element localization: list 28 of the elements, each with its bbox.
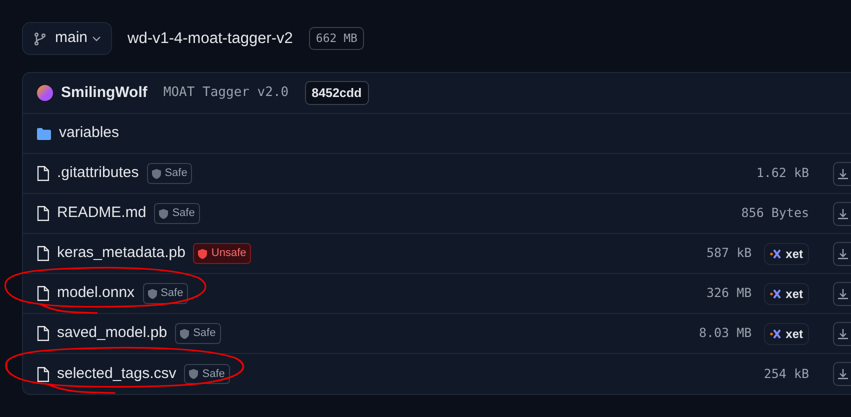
folder-link[interactable]: variables: [59, 122, 120, 145]
branch-dropdown[interactable]: main: [22, 22, 112, 55]
file-link[interactable]: selected_tags.csv: [57, 362, 176, 386]
storage-badge: xet: [764, 322, 809, 344]
file-size: 1.62 kB: [756, 164, 809, 182]
file-size: 8.03 MB: [698, 324, 752, 342]
storage-badge: xet: [764, 242, 809, 264]
security-badge[interactable]: Safe: [184, 364, 230, 384]
file-size: 254 kB: [764, 364, 809, 383]
file-link[interactable]: .gitattributes: [57, 162, 139, 185]
file-link[interactable]: model.onnx: [57, 282, 135, 305]
security-badge[interactable]: Unsafe: [193, 243, 252, 264]
storage-badge: xet: [764, 282, 809, 304]
security-badge[interactable]: Safe: [175, 323, 221, 344]
security-badge[interactable]: Safe: [154, 203, 200, 224]
file-size: 587 kB: [706, 244, 752, 262]
file-size: 856 Bytes: [741, 204, 809, 222]
security-badge[interactable]: Safe: [142, 283, 188, 304]
commit-author[interactable]: SmilingWolf: [61, 82, 148, 104]
file-link[interactable]: keras_metadata.pb: [57, 242, 186, 265]
repo-size: 662 MB: [308, 26, 364, 50]
file-link[interactable]: saved_model.pb: [57, 322, 168, 345]
repo-name[interactable]: wd-v1-4-moat-tagger-v2: [128, 26, 293, 50]
commit-message[interactable]: MOAT Tagger v2.0: [163, 83, 289, 103]
commit-hash[interactable]: 8452cdd: [304, 80, 369, 106]
security-badge[interactable]: Safe: [146, 163, 192, 184]
file-size: 326 MB: [706, 284, 752, 302]
file-link[interactable]: README.md: [57, 202, 146, 225]
